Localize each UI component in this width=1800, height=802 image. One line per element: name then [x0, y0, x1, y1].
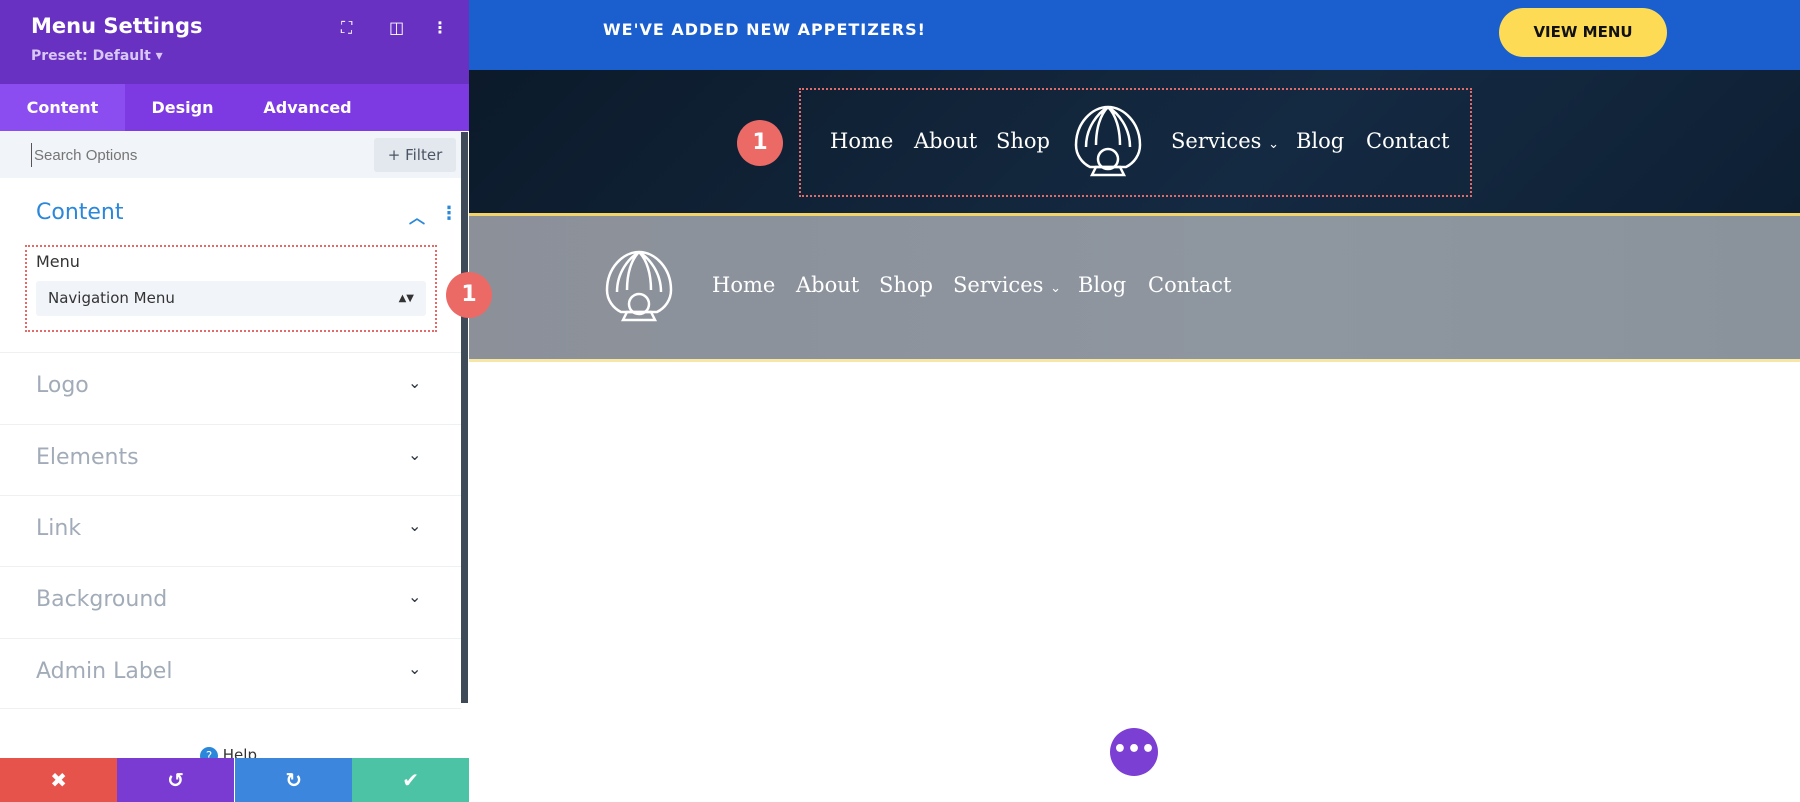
annotation-badge: 1 — [446, 272, 492, 318]
nav-home[interactable]: Home — [712, 273, 775, 297]
undo-button[interactable]: ↺ — [117, 758, 235, 802]
nav-services-label: Services — [1171, 129, 1262, 153]
tab-content[interactable]: Content — [0, 84, 125, 131]
section-more-icon[interactable]: ⋮ — [440, 203, 458, 224]
redo-button[interactable]: ↻ — [235, 758, 353, 802]
nav-home[interactable]: Home — [830, 129, 893, 153]
sidebar-header: Menu Settings Preset: Default ▾ ⛶ ◫ ⋮ — [0, 0, 469, 84]
nav-services-label: Services — [953, 273, 1044, 297]
more-options-button[interactable]: ••• — [1110, 728, 1158, 776]
menu-select[interactable]: Navigation Menu ▲▼ — [36, 281, 426, 316]
chevron-down-icon: ⌄ — [408, 373, 422, 392]
section-background[interactable]: Background ⌄ — [0, 566, 461, 637]
chevron-down-icon: ⌄ — [1050, 281, 1061, 296]
menu-field-label: Menu — [36, 252, 80, 271]
nav-about[interactable]: About — [914, 129, 977, 153]
section-label: Link — [36, 516, 82, 541]
tab-bar: Content Design Advanced — [0, 84, 469, 131]
view-menu-button[interactable]: VIEW MENU — [1499, 8, 1667, 57]
divider — [469, 359, 1800, 362]
nav-services[interactable]: Services ⌄ — [953, 273, 1061, 297]
fullscreen-icon[interactable]: ⛶ — [341, 18, 352, 38]
nav-contact[interactable]: Contact — [1148, 273, 1231, 297]
section-label: Elements — [36, 445, 139, 470]
panel-title: Menu Settings — [31, 14, 203, 38]
save-button[interactable]: ✔ — [352, 758, 470, 802]
nav-shop[interactable]: Shop — [996, 129, 1050, 153]
chevron-down-icon: ⌄ — [408, 445, 422, 464]
annotation-badge: 1 — [737, 120, 783, 166]
select-arrows-icon: ▲▼ — [398, 293, 414, 304]
scrollbar[interactable] — [461, 132, 468, 703]
nav-contact[interactable]: Contact — [1366, 129, 1449, 153]
nav-shop[interactable]: Shop — [879, 273, 933, 297]
chevron-down-icon: ⌄ — [408, 516, 422, 535]
section-logo[interactable]: Logo ⌄ — [0, 352, 461, 423]
nav-about[interactable]: About — [796, 273, 859, 297]
chevron-up-icon[interactable]: ︿ — [409, 204, 425, 228]
section-link[interactable]: Link ⌄ — [0, 495, 461, 566]
shell-logo-icon[interactable] — [601, 248, 677, 325]
section-admin-label[interactable]: Admin Label ⌄ — [0, 638, 461, 709]
layout-icon[interactable]: ◫ — [389, 18, 404, 37]
chevron-down-icon: ⌄ — [1268, 137, 1279, 152]
search-input[interactable] — [31, 143, 331, 167]
shell-logo-icon[interactable] — [1070, 103, 1146, 180]
section-label: Admin Label — [36, 659, 173, 684]
chevron-down-icon: ⌄ — [408, 659, 422, 678]
tab-design[interactable]: Design — [125, 84, 240, 131]
nav-blog[interactable]: Blog — [1078, 273, 1126, 297]
nav-services[interactable]: Services ⌄ — [1171, 129, 1279, 153]
discard-button[interactable]: ✖ — [0, 758, 118, 802]
promo-text: WE'VE ADDED NEW APPETIZERS! — [603, 20, 926, 39]
nav-blog[interactable]: Blog — [1296, 129, 1344, 153]
settings-sidebar: Menu Settings Preset: Default ▾ ⛶ ◫ ⋮ Co… — [0, 0, 470, 802]
section-label: Logo — [36, 373, 89, 398]
tab-advanced[interactable]: Advanced — [250, 84, 365, 131]
preset-dropdown[interactable]: Preset: Default ▾ — [31, 48, 163, 64]
more-icon[interactable]: ⋮ — [432, 18, 448, 37]
filter-button[interactable]: + Filter — [374, 138, 456, 172]
section-label: Background — [36, 587, 168, 612]
chevron-down-icon: ⌄ — [408, 587, 422, 606]
section-elements[interactable]: Elements ⌄ — [0, 424, 461, 495]
menu-select-value: Navigation Menu — [48, 289, 175, 307]
content-section-title[interactable]: Content — [36, 200, 124, 225]
